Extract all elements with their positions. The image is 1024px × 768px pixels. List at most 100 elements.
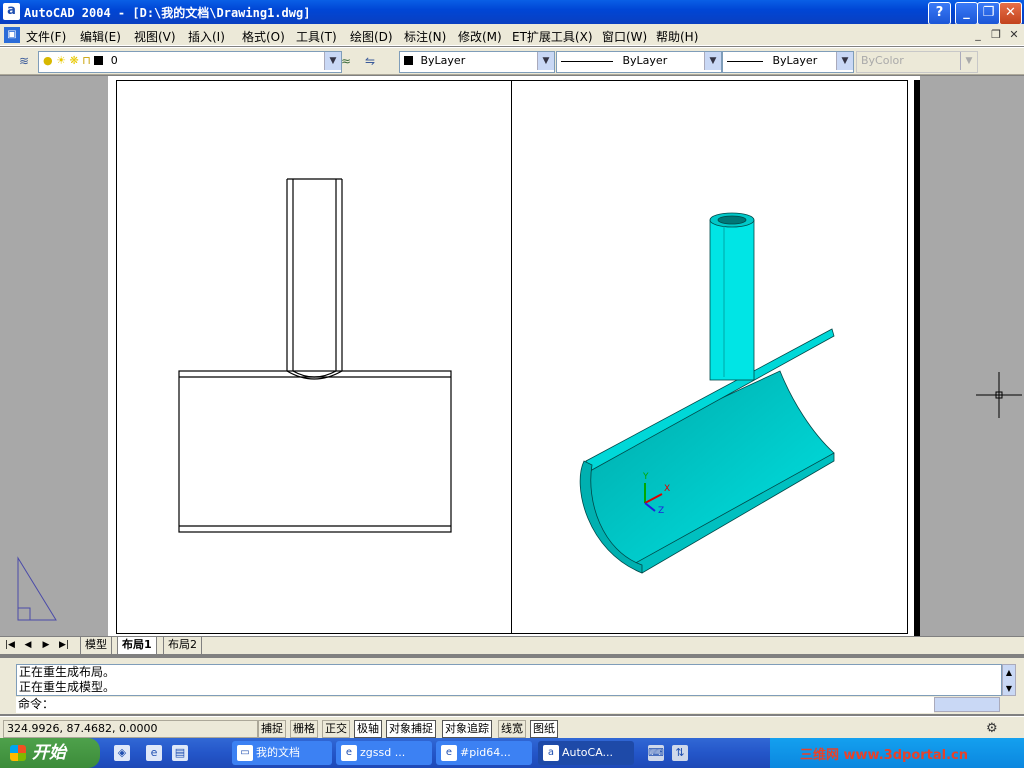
command-history: 正在重生成布局。 正在重生成模型。 — [16, 664, 1002, 696]
layer-dropdown[interactable]: ● ☀ ❋ ⊓ 0 ▼ — [38, 51, 342, 73]
crosshair-cursor-icon — [976, 372, 1022, 418]
command-horizontal-scrollbar[interactable] — [934, 697, 1000, 712]
menu-bar: ▣ 文件(F) 编辑(E) 视图(V) 插入(I) 格式(O) 工具(T) 绘图… — [0, 24, 1024, 46]
title-bar: a AutoCAD 2004 - [D:\我的文档\Drawing1.dwg] … — [0, 0, 1024, 25]
task-label: AutoCA... — [562, 746, 614, 759]
document-icon[interactable]: ▣ — [4, 27, 20, 43]
viewport-left-2d-drawing[interactable] — [117, 81, 511, 633]
menu-file[interactable]: 文件(F) — [26, 28, 66, 45]
otrack-toggle[interactable]: 对象追踪 — [442, 720, 492, 738]
status-bar: 324.9926, 87.4682, 0.0000 捕捉 栅格 正交 极轴 对象… — [0, 716, 1024, 738]
snap-toggle[interactable]: 捕捉 — [258, 720, 286, 738]
coordinate-readout[interactable]: 324.9926, 87.4682, 0.0000 — [3, 720, 258, 738]
command-history-line: 正在重生成模型。 — [19, 680, 116, 694]
layer-previous-icon[interactable]: ⇋ — [362, 53, 378, 69]
lineweight-value: ByLayer — [772, 54, 818, 67]
plotstyle-dropdown: ByColor ▼ — [856, 51, 978, 73]
ucs-y-label: Y — [642, 472, 649, 482]
close-button[interactable]: ✕ — [999, 2, 1022, 25]
lock-icon[interactable]: ⊓ — [82, 54, 91, 67]
layer-color-swatch — [94, 56, 104, 65]
layer-manager-icon[interactable]: ≋ — [16, 53, 32, 69]
ucs-x-label: X — [664, 484, 670, 494]
chevron-down-icon[interactable]: ▼ — [836, 52, 853, 70]
menu-dimension[interactable]: 标注(N) — [404, 28, 446, 45]
osnap-toggle[interactable]: 对象捕捉 — [386, 720, 436, 738]
lightbulb-icon[interactable]: ● — [43, 54, 53, 67]
freeze-icon[interactable]: ❋ — [69, 54, 78, 67]
command-input[interactable]: 命令： — [16, 697, 934, 713]
next-tab-button[interactable]: ▶ — [39, 639, 53, 652]
layer-name: 0 — [110, 54, 118, 67]
viewport-right-3d-model[interactable]: Y X Z — [512, 81, 908, 633]
linetype-sample — [561, 60, 613, 62]
tab-layout2[interactable]: 布局2 — [163, 637, 202, 655]
task-zgssd[interactable]: e zgssd ... — [336, 741, 432, 765]
first-tab-button[interactable]: |◀ — [3, 639, 17, 652]
menu-edit[interactable]: 编辑(E) — [80, 28, 121, 45]
ucs-paper-icon — [17, 556, 57, 621]
lineweight-dropdown[interactable]: ByLayer ▼ — [722, 51, 854, 73]
command-history-scrollbar[interactable]: ▲ ▼ — [1002, 664, 1016, 696]
help-button[interactable]: ? — [928, 2, 951, 25]
quicklaunch-windows-icon[interactable]: ◈ — [114, 745, 130, 761]
windows-logo-icon — [10, 745, 26, 761]
plotstyle-value: ByColor — [861, 54, 904, 67]
task-label: #pid64... — [460, 746, 511, 759]
autocad-icon: a — [543, 745, 559, 761]
polar-toggle[interactable]: 极轴 — [354, 720, 382, 738]
paper-shadow — [914, 80, 920, 636]
task-label: zgssd ... — [360, 746, 406, 759]
ie-icon: e — [441, 745, 457, 761]
grid-toggle[interactable]: 栅格 — [290, 720, 318, 738]
linetype-dropdown[interactable]: ByLayer ▼ — [556, 51, 722, 73]
quicklaunch-desktop-icon[interactable]: ▤ — [172, 745, 188, 761]
last-tab-button[interactable]: ▶| — [57, 639, 71, 652]
language-icon[interactable]: ⇅ — [672, 745, 688, 761]
quicklaunch-ie-icon[interactable]: e — [146, 745, 162, 761]
minimize-button[interactable]: _ — [955, 2, 978, 25]
menu-help[interactable]: 帮助(H) — [656, 28, 698, 45]
color-swatch — [404, 56, 413, 65]
menu-tools[interactable]: 工具(T) — [296, 28, 337, 45]
task-autocad[interactable]: a AutoCA... — [538, 741, 634, 765]
menu-view[interactable]: 视图(V) — [134, 28, 176, 45]
color-dropdown[interactable]: ByLayer ▼ — [399, 51, 555, 73]
windows-taskbar: 开始 ◈ e ▤ ▭ 我的文档 e zgssd ... e #pid64... … — [0, 738, 1024, 768]
menu-window[interactable]: 窗口(W) — [602, 28, 647, 45]
prev-tab-button[interactable]: ◀ — [21, 639, 35, 652]
lineweight-toggle[interactable]: 线宽 — [498, 720, 526, 738]
window-title: AutoCAD 2004 - [D:\我的文档\Drawing1.dwg] — [24, 6, 311, 20]
menu-insert[interactable]: 插入(I) — [188, 28, 225, 45]
chevron-down-icon: ▼ — [960, 52, 977, 70]
communication-center-icon[interactable]: ⚙ — [986, 721, 1002, 737]
menu-format[interactable]: 格式(O) — [242, 28, 285, 45]
layout-tab-bar: |◀ ◀ ▶ ▶| 模型 布局1 布局2 — [0, 636, 1024, 655]
menu-modify[interactable]: 修改(M) — [458, 28, 502, 45]
start-label: 开始 — [32, 743, 66, 763]
mdi-restore-button[interactable]: ❐ — [988, 27, 1004, 42]
ie-icon: e — [341, 745, 357, 761]
mdi-close-button[interactable]: ✕ — [1006, 27, 1022, 42]
folder-icon: ▭ — [237, 745, 253, 761]
mdi-minimize-button[interactable]: _ — [970, 27, 986, 42]
system-tray: 三维网 www.3dportal.cn — [770, 738, 1024, 768]
chevron-down-icon[interactable]: ▼ — [704, 52, 721, 70]
sun-icon[interactable]: ☀ — [56, 54, 66, 67]
tab-layout1[interactable]: 布局1 — [117, 637, 157, 655]
start-button[interactable]: 开始 — [0, 738, 100, 768]
menu-draw[interactable]: 绘图(D) — [350, 28, 393, 45]
restore-button[interactable]: ❐ — [977, 2, 1000, 25]
task-pid64[interactable]: e #pid64... — [436, 741, 532, 765]
ortho-toggle[interactable]: 正交 — [322, 720, 350, 738]
paper-toggle[interactable]: 图纸 — [530, 720, 558, 738]
tab-model[interactable]: 模型 — [80, 637, 112, 655]
keyboard-icon[interactable]: ⌨ — [648, 745, 664, 761]
menu-express-tools[interactable]: ET扩展工具(X) — [512, 28, 593, 45]
task-my-documents[interactable]: ▭ 我的文档 — [232, 741, 332, 765]
autocad-app-icon[interactable]: a — [3, 3, 20, 20]
chevron-down-icon[interactable]: ▼ — [537, 52, 554, 70]
linetype-value: ByLayer — [622, 54, 668, 67]
lineweight-sample — [727, 60, 763, 62]
make-object-layer-current-icon[interactable]: ≈ — [338, 53, 354, 69]
